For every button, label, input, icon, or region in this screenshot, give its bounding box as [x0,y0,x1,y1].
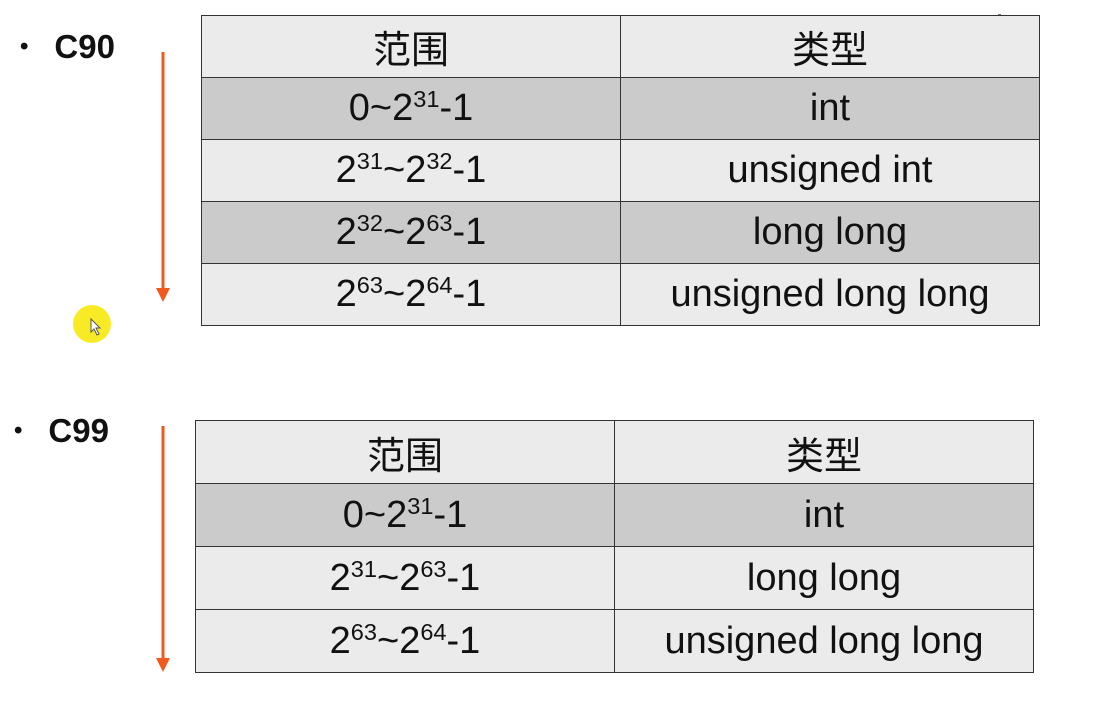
range-text: -1 [439,87,474,129]
slide: • C90 范围 类型 0~231-1 int 231~232-1 unsigned i… [0,0,1096,701]
range-text: 0~2 [342,493,408,536]
range-text: 0~2 [348,87,414,129]
range-text: 2 [329,556,351,599]
bullet-c90: • C90 [20,30,115,63]
cell-range: 231~232-1 [201,139,621,202]
table-header-row: 范围 类型 [201,15,1040,78]
range-text: -1 [433,493,468,536]
cell-type: unsigned int [620,139,1040,202]
cell-range: 0~231-1 [195,483,615,547]
range-exponent: 31 [413,86,440,113]
range-text: ~2 [377,556,421,599]
cell-range: 231~263-1 [195,546,615,610]
cell-type: unsigned long long [620,263,1040,326]
header-type: 类型 [620,15,1040,78]
cell-range: 0~231-1 [201,77,621,140]
range-text: ~2 [383,273,427,315]
range-exponent: 31 [350,555,377,582]
range-text: 2 [335,211,357,253]
table-row: 231~263-1 long long [195,546,1034,610]
range-exponent: 63 [426,210,453,237]
range-exponent: 63 [350,618,377,645]
range-exponent: 63 [420,555,447,582]
cell-range: 263~264-1 [201,263,621,326]
cell-range: 232~263-1 [201,201,621,264]
range-text: ~2 [377,619,421,662]
header-type: 类型 [614,420,1034,484]
range-exponent: 31 [407,492,434,519]
range-exponent: 64 [426,272,453,299]
section-label-c99: C99 [48,412,109,449]
range-text: -1 [452,211,487,253]
cell-type: long long [620,201,1040,264]
bullet-c99: • C99 [14,414,109,447]
range-text: 2 [335,149,357,191]
range-text: 2 [335,273,357,315]
header-range: 范围 [201,15,621,78]
range-text: -1 [446,556,481,599]
table-row: 231~232-1 unsigned int [201,139,1040,202]
cell-type: unsigned long long [614,609,1034,673]
table-body-c99: 范围 类型 0~231-1 int 231~263-1 long long 263~26… [195,420,1034,673]
cell-type: long long [614,546,1034,610]
bullet-dot-icon: • [14,417,23,444]
table-row: 263~264-1 unsigned long long [201,263,1040,326]
range-text: -1 [452,149,487,191]
cell-range: 263~264-1 [195,609,615,673]
table-header-row: 范围 类型 [195,420,1034,484]
cell-type: int [614,483,1034,547]
section-label-c90: C90 [54,28,115,65]
table-c90: 范围 类型 0~231-1 int 231~232-1 unsigned int 232… [201,15,1040,326]
table-body-c90: 范围 类型 0~231-1 int 231~232-1 unsigned int 232… [201,15,1040,326]
range-exponent: 32 [356,210,383,237]
table-row: 0~231-1 int [195,483,1034,547]
table-row: 232~263-1 long long [201,201,1040,264]
bullet-dot-icon: • [20,33,29,60]
range-text: -1 [452,273,487,315]
header-range: 范围 [195,420,615,484]
mouse-pointer-icon [90,318,102,336]
range-text: ~2 [383,149,427,191]
table-c99: 范围 类型 0~231-1 int 231~263-1 long long 263~26… [195,420,1034,673]
arrow-down-icon [156,426,170,672]
table-row: 263~264-1 unsigned long long [195,609,1034,673]
range-exponent: 63 [356,272,383,299]
range-exponent: 32 [426,148,453,175]
cell-type: int [620,77,1040,140]
range-exponent: 64 [420,618,447,645]
range-text: ~2 [383,211,427,253]
range-text: -1 [446,619,481,662]
range-text: 2 [329,619,351,662]
range-exponent: 31 [356,148,383,175]
arrow-down-icon [156,52,170,302]
table-row: 0~231-1 int [201,77,1040,140]
